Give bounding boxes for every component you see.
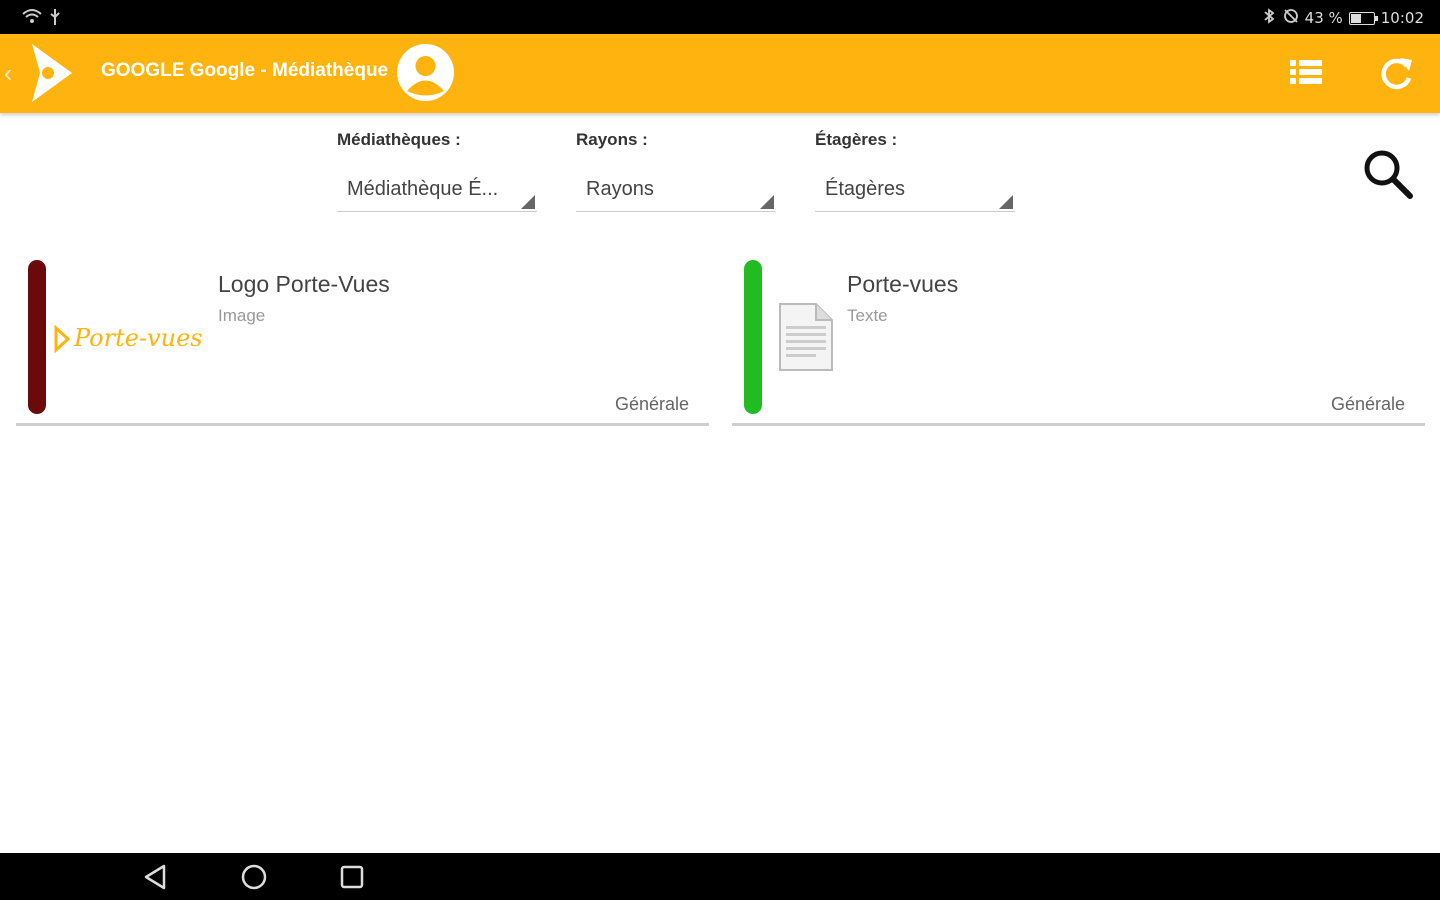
user-avatar-icon[interactable] [397,44,454,101]
item-type: Texte [847,306,888,325]
mediatheques-dropdown[interactable]: Médiathèque É... [337,170,537,212]
list-item-logo-porte-vues[interactable]: Logo Porte-Vues Image Porte-vues Général… [16,256,709,426]
app-title: GOOGLE Google - Médiathèque [101,60,389,81]
document-icon [778,302,834,377]
usb-icon [48,8,62,31]
bluetooth-icon [1261,8,1277,28]
mediatheques-value: Médiathèque É... [347,178,499,200]
item-category: Générale [614,394,689,414]
navigation-bar [0,853,1440,900]
logo-text: Porte-vues [74,324,203,352]
nav-back-icon[interactable] [142,863,168,896]
nav-recents-icon[interactable] [339,863,365,896]
status-bar: 43 % 10:02 [0,0,1440,34]
mediatheques-label: Médiathèques : [337,130,461,149]
item-type: Image [218,306,266,325]
list-view-icon[interactable] [1284,56,1328,92]
nav-home-icon[interactable] [240,863,268,896]
battery-icon [1348,11,1378,25]
rayons-value: Rayons [586,178,654,200]
alarm-off-icon [1283,8,1299,28]
rayons-dropdown[interactable]: Rayons [576,170,776,212]
battery-text: 43 % [1304,9,1343,27]
etageres-value: Étagères [825,178,906,200]
clock: 10:02 [1380,9,1424,27]
dropdown-arrow-icon [999,195,1013,209]
item-category: Générale [1330,394,1405,414]
search-icon[interactable] [1358,144,1418,204]
dropdown-arrow-icon [521,195,535,209]
etageres-label: Étagères : [815,130,898,149]
app-bar: ‹ GOOGLE Google - Médiathèque [0,34,1440,113]
back-chevron-icon[interactable]: ‹ [4,60,12,88]
app-logo-icon[interactable] [28,42,76,109]
dropdown-arrow-icon [760,195,774,209]
rayons-label: Rayons : [576,130,648,149]
item-title: Porte-vues [847,271,959,297]
refresh-icon[interactable] [1374,52,1418,96]
accent-bar [28,260,46,414]
etageres-dropdown[interactable]: Étagères [815,170,1015,212]
wifi-icon [22,8,42,31]
accent-bar [744,260,762,414]
list-item-porte-vues[interactable]: Porte-vues Texte Générale [732,256,1425,426]
item-title: Logo Porte-Vues [218,271,390,297]
